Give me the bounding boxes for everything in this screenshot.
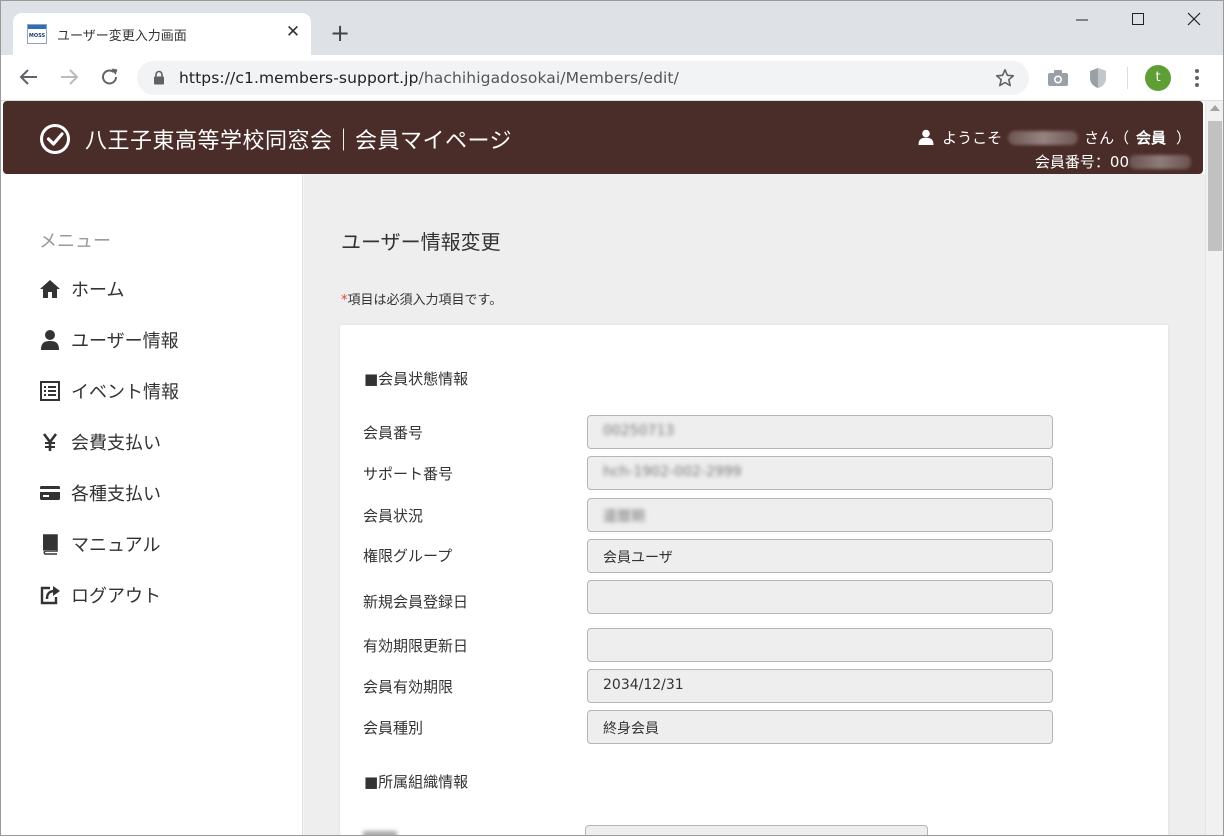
header-member-number: 会員番号：00 xyxy=(1035,151,1191,172)
form-card: ■会員状態情報 会員番号 00250713 サポート番号 hch-1902-00… xyxy=(340,325,1168,835)
reload-icon[interactable] xyxy=(98,65,122,89)
field-label-support-number: サポート番号 xyxy=(363,465,454,483)
browser-tab[interactable]: MOSS ユーザー変更入力画面 ✕ xyxy=(13,13,311,55)
scroll-up-icon[interactable] xyxy=(1210,105,1220,111)
section-heading-organization: ■所属組織情報 xyxy=(364,773,469,791)
sidebar-item-manual[interactable]: マニュアル xyxy=(39,529,289,559)
menu-heading: メニュー xyxy=(39,231,111,252)
minimize-icon[interactable] xyxy=(1067,7,1097,33)
role-close: ） xyxy=(1175,129,1191,147)
page-viewport: 八王子東高等学校同窓会｜会員マイページ ようこそ さん（ 会員） 会員番号：00 … xyxy=(1,101,1207,835)
home-icon xyxy=(39,278,61,300)
member-type-field[interactable]: 終身会員 xyxy=(587,710,1053,744)
field-label-expiry-date: 会員有効期限 xyxy=(363,678,454,696)
welcome-prefix: ようこそ xyxy=(942,129,1003,147)
required-note: *項目は必須入力項目です。 xyxy=(341,293,503,308)
check-circle-logo-icon xyxy=(39,123,71,159)
field-label-registration-date: 新規会員登録日 xyxy=(363,593,469,611)
tab-close-icon[interactable]: ✕ xyxy=(283,22,303,42)
field-label-member-type: 会員種別 xyxy=(363,719,424,737)
lock-icon xyxy=(153,70,165,89)
browser-window: MOSS ユーザー変更入力画面 ✕ + https://c1.members-s… xyxy=(0,0,1224,836)
page-scrollbar[interactable] xyxy=(1205,101,1223,835)
permission-group-field[interactable]: 会員ユーザ xyxy=(587,539,1053,573)
renewal-date-field[interactable] xyxy=(587,628,1053,662)
scrollbar-thumb[interactable] xyxy=(1208,121,1222,251)
app-header: 八王子東高等学校同窓会｜会員マイページ ようこそ さん（ 会員 ） 会員番号：00 xyxy=(3,101,1203,174)
welcome-line: ようこそ さん（ 会員 ） xyxy=(918,127,1191,149)
logout-icon xyxy=(39,584,61,606)
book-icon xyxy=(39,533,61,555)
page-title: ユーザー情報変更 xyxy=(341,230,501,254)
back-arrow-icon[interactable] xyxy=(17,65,41,89)
sidebar-item-events[interactable]: イベント情報 xyxy=(39,376,289,406)
toolbar-divider xyxy=(1127,67,1128,89)
main-content: ユーザー情報変更 *項目は必須入力項目です。 ■会員状態情報 会員番号 0025… xyxy=(304,174,1207,835)
site-title[interactable]: 八王子東高等学校同窓会｜会員マイページ xyxy=(85,123,512,155)
browser-menu-icon[interactable] xyxy=(1187,67,1207,89)
sidebar-item-user-info[interactable]: ユーザー情報 xyxy=(39,325,289,355)
registration-date-field[interactable] xyxy=(587,580,1053,614)
welcome-suffix: さん（ xyxy=(1084,129,1130,147)
close-window-icon[interactable] xyxy=(1179,7,1209,33)
member-number-field[interactable]: 00250713 xyxy=(587,415,1053,449)
sidebar-item-logout[interactable]: ログアウト xyxy=(39,580,289,610)
tab-title: ユーザー変更入力画面 xyxy=(57,29,187,44)
member-status-field[interactable]: 還暦期 xyxy=(587,498,1053,532)
bookmark-star-icon[interactable] xyxy=(995,68,1015,92)
organization-field[interactable] xyxy=(585,825,928,835)
support-number-field[interactable]: hch-1902-002-2999 xyxy=(587,456,1053,490)
shield-icon[interactable] xyxy=(1089,67,1107,93)
sidebar: メニュー ホーム ユーザー情報 イベント情報 会費支払い 各種支払い マニュアル… xyxy=(3,174,303,835)
redacted-field-label xyxy=(363,831,397,835)
site-favicon-icon: MOSS xyxy=(27,24,47,44)
browser-toolbar: https://c1.members-support.jp/hachihigad… xyxy=(1,55,1223,101)
field-label-renewal-date: 有効期限更新日 xyxy=(363,637,469,655)
tab-strip: MOSS ユーザー変更入力画面 ✕ + xyxy=(1,1,1223,55)
field-label-permission-group: 権限グループ xyxy=(363,547,453,565)
address-bar[interactable]: https://c1.members-support.jp/hachihigad… xyxy=(137,61,1029,95)
user-role: 会員 xyxy=(1135,129,1166,147)
sidebar-item-other-payments[interactable]: 各種支払い xyxy=(39,478,289,508)
user-icon xyxy=(918,129,934,149)
expiry-date-field[interactable]: 2034/12/31 xyxy=(587,669,1053,703)
maximize-icon[interactable] xyxy=(1123,7,1153,33)
camera-icon[interactable] xyxy=(1047,69,1069,91)
list-icon xyxy=(39,380,61,402)
user-icon xyxy=(39,329,61,351)
field-label-member-number: 会員番号 xyxy=(363,424,424,442)
section-heading-member-status: ■会員状態情報 xyxy=(364,370,469,388)
field-label-member-status: 会員状況 xyxy=(363,507,424,525)
yen-icon xyxy=(39,431,61,453)
url-text: https://c1.members-support.jp/hachihigad… xyxy=(179,69,679,87)
new-tab-icon[interactable]: + xyxy=(327,20,353,46)
sidebar-item-home[interactable]: ホーム xyxy=(39,274,289,304)
redacted-member-number xyxy=(1129,155,1191,169)
redacted-user-name xyxy=(1008,131,1079,145)
forward-arrow-icon[interactable] xyxy=(57,65,81,89)
credit-card-icon xyxy=(39,482,61,504)
sidebar-item-membership-fee[interactable]: 会費支払い xyxy=(39,427,289,457)
profile-avatar[interactable]: t xyxy=(1145,65,1171,91)
